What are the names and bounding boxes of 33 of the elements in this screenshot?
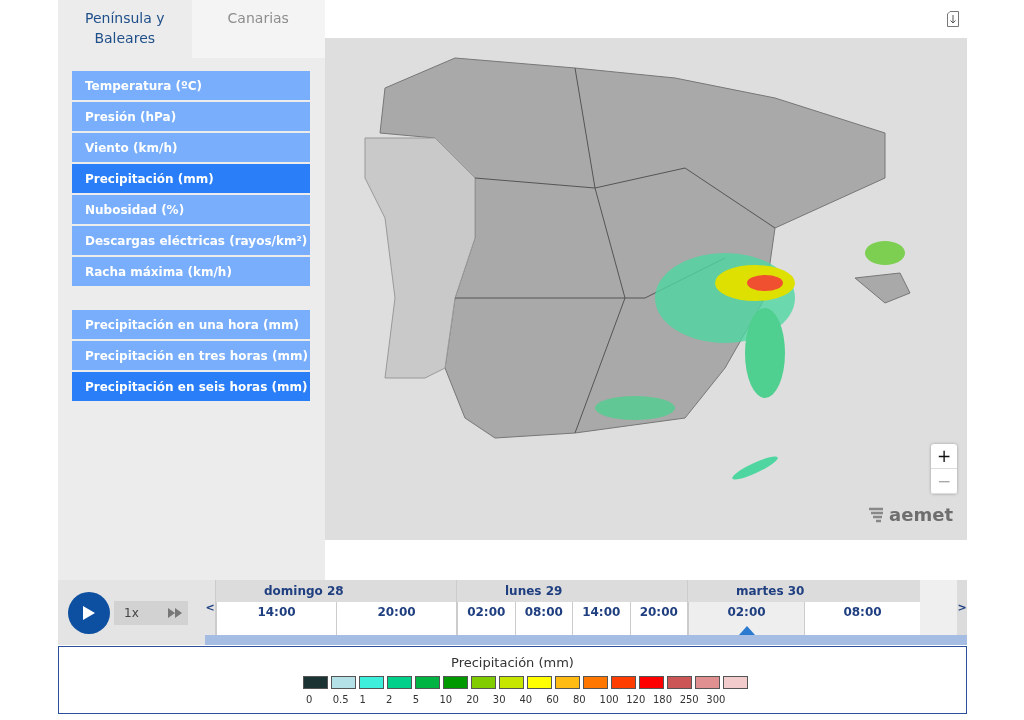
period-item[interactable]: Precipitación en seis horas (mm) [72, 372, 310, 401]
day-label: domingo 28 [216, 580, 456, 602]
day-label: martes 30 [688, 580, 920, 602]
legend-value: 5 [412, 694, 421, 705]
legend-value: 300 [706, 694, 727, 705]
play-button[interactable] [68, 591, 110, 634]
empty-time-slot [920, 580, 957, 635]
legend-value: 250 [679, 694, 700, 705]
next-button[interactable]: > [957, 580, 967, 635]
legend-value: 1 [359, 694, 367, 705]
legend-value: 120 [626, 694, 647, 705]
fast-forward-icon [168, 607, 182, 618]
legend-value: 2 [386, 694, 394, 705]
legend-value: 60 [546, 694, 560, 705]
download-icon[interactable] [947, 11, 959, 27]
legend-value: 80 [572, 694, 587, 705]
speed-control[interactable]: 1x [114, 600, 188, 625]
legend-value: 180 [652, 694, 674, 705]
legend-title: Precipitación (mm) [451, 655, 574, 670]
hour-slot[interactable]: 02:00 [688, 602, 804, 635]
legend-value: 0 [306, 694, 314, 705]
logo-text: aemet [889, 504, 953, 525]
legend-value: 20 [466, 694, 480, 705]
legend-value: 30 [492, 694, 507, 705]
legend-value: 0.5 [332, 694, 350, 705]
play-icon [82, 604, 96, 621]
legend-value: 100 [599, 694, 620, 705]
legend-value: 40 [519, 694, 534, 705]
day-label: lunes 29 [457, 580, 687, 602]
legend-value: 10 [439, 694, 454, 705]
zoom-in-button[interactable]: + [931, 444, 957, 469]
previous-button[interactable]: < [205, 580, 215, 635]
variable-item[interactable]: Precipitación (mm) [72, 164, 310, 193]
